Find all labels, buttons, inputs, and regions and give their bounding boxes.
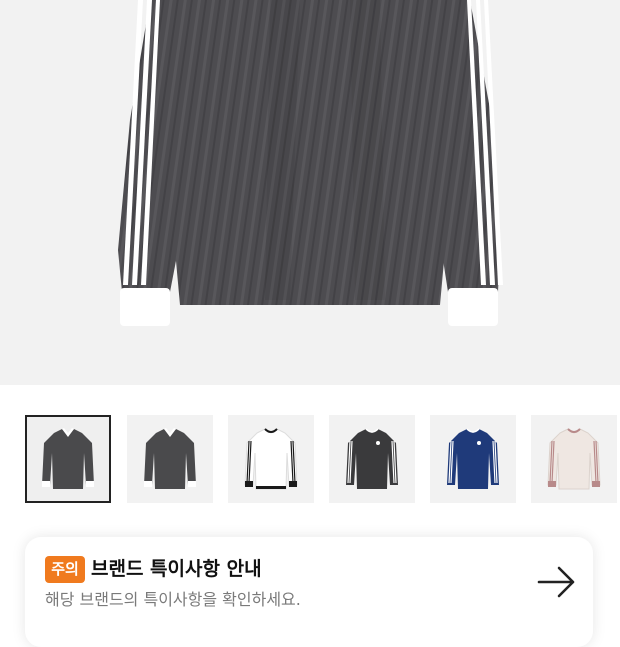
shirt-thumbnail-icon (547, 428, 601, 490)
thumbnail-4[interactable] (329, 415, 415, 503)
product-main-image[interactable] (0, 0, 620, 385)
thumbnail-1[interactable] (25, 415, 111, 503)
shirt-image (118, 0, 503, 326)
shirt-thumbnail-icon (244, 428, 298, 490)
thumbnail-2[interactable] (127, 415, 213, 503)
notice-title: 브랜드 특이사항 안내 (91, 558, 262, 580)
shirt-thumbnail-icon (144, 428, 196, 489)
notice-description: 해당 브랜드의 특이사항을 확인하세요. (45, 590, 301, 609)
thumbnail-5[interactable] (430, 415, 516, 503)
arrow-right-icon[interactable] (537, 565, 577, 599)
thumbnail-strip (0, 415, 620, 507)
shirt-thumbnail-icon (346, 428, 398, 489)
warning-badge: 주의 (45, 556, 85, 583)
thumbnail-3[interactable] (228, 415, 314, 503)
brand-notice-card[interactable]: 주의 브랜드 특이사항 안내 해당 브랜드의 특이사항을 확인하세요. (25, 537, 593, 647)
shirt-thumbnail-icon (42, 428, 94, 489)
shirt-thumbnail-icon (447, 428, 499, 489)
thumbnail-6[interactable] (531, 415, 617, 503)
